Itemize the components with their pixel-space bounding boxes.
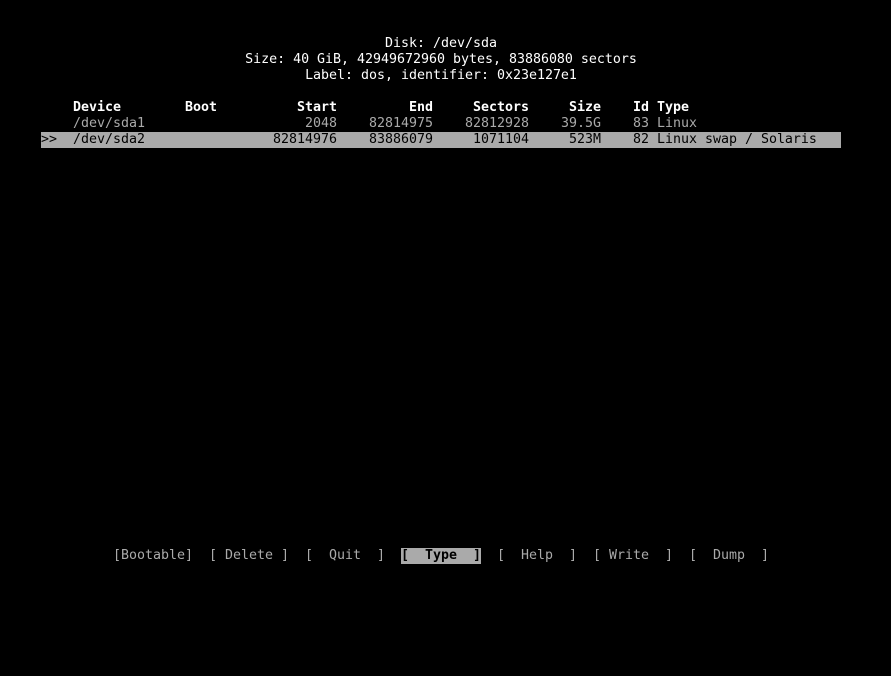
end: 82814975 bbox=[369, 116, 433, 131]
type: Linux swap / Solaris bbox=[657, 132, 817, 147]
size: 523M bbox=[569, 132, 601, 147]
write-button[interactable]: [ Write ] bbox=[593, 548, 673, 564]
disk-label-line: Label: dos, identifier: 0x23e127e1 bbox=[41, 68, 841, 84]
id: 83 bbox=[633, 116, 649, 131]
disk-label: Label: dos, identifier: 0x23e127e1 bbox=[305, 68, 577, 83]
table-header: Device Boot Start End Sectors Size Id Ty… bbox=[41, 100, 841, 116]
disk-title: Disk: /dev/sda bbox=[41, 36, 841, 52]
device: /dev/sda2 bbox=[73, 132, 145, 147]
device: /dev/sda1 bbox=[73, 116, 145, 131]
col-size: Size bbox=[569, 100, 601, 115]
col-end: End bbox=[409, 100, 433, 115]
disk-size: Size: 40 GiB, 42949672960 bytes, 8388608… bbox=[245, 52, 637, 67]
table-row-selected[interactable]: >> /dev/sda2 82814976 83886079 1071104 5… bbox=[41, 132, 841, 148]
col-type: Type bbox=[657, 100, 689, 115]
sectors: 1071104 bbox=[473, 132, 529, 147]
table-row[interactable]: /dev/sda1 2048 82814975 82812928 39.5G 8… bbox=[41, 116, 841, 132]
dump-button[interactable]: [ Dump ] bbox=[689, 548, 769, 564]
bootable-button[interactable]: [Bootable] bbox=[113, 548, 193, 564]
type-button[interactable]: [ Type ] bbox=[401, 548, 481, 564]
help-button[interactable]: [ Help ] bbox=[497, 548, 577, 564]
end: 83886079 bbox=[369, 132, 433, 147]
col-sectors: Sectors bbox=[473, 100, 529, 115]
col-boot: Boot bbox=[185, 100, 217, 115]
delete-button[interactable]: [ Delete ] bbox=[209, 548, 289, 564]
col-id: Id bbox=[633, 100, 649, 115]
selection-marker: >> bbox=[41, 132, 57, 147]
type: Linux bbox=[657, 116, 697, 131]
sectors: 82812928 bbox=[465, 116, 529, 131]
action-menu: [Bootable] [ Delete ] [ Quit ] [ Type ] … bbox=[41, 548, 841, 564]
col-device: Device bbox=[73, 100, 121, 115]
col-start: Start bbox=[297, 100, 337, 115]
size: 39.5G bbox=[561, 116, 601, 131]
quit-button[interactable]: [ Quit ] bbox=[305, 548, 385, 564]
disk-size-line: Size: 40 GiB, 42949672960 bytes, 8388608… bbox=[41, 52, 841, 68]
start: 2048 bbox=[305, 116, 337, 131]
id: 82 bbox=[633, 132, 649, 147]
start: 82814976 bbox=[273, 132, 337, 147]
disk-name: Disk: /dev/sda bbox=[385, 36, 497, 51]
